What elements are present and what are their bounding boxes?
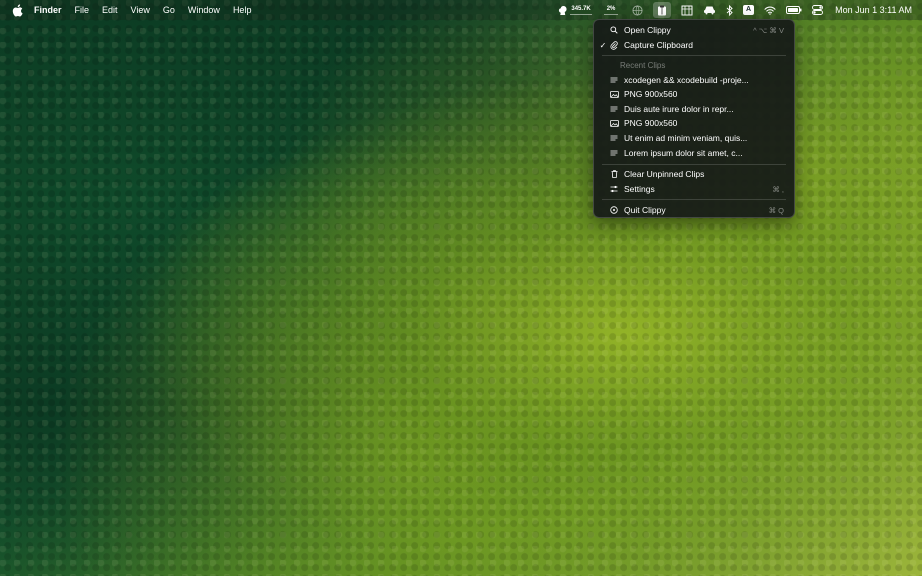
recent-clip-item[interactable]: xcodegen && xcodebuild -proje... xyxy=(598,73,790,87)
grid-app-icon[interactable] xyxy=(681,0,693,20)
desktop: Finder File Edit View Go Window Help 345… xyxy=(0,0,922,576)
recent-clip-item[interactable]: PNG 900x560 xyxy=(598,87,790,101)
menu-window[interactable]: Window xyxy=(188,5,220,15)
recent-clip-item[interactable]: Lorem ipsum dolor sit amet, c... xyxy=(598,146,790,160)
image-icon xyxy=(608,119,620,127)
car-icon[interactable] xyxy=(703,0,716,20)
text-lines-icon xyxy=(608,135,620,142)
menu-edit[interactable]: Edit xyxy=(102,5,118,15)
menu-clock[interactable]: Mon Jun 1 3:11 AM xyxy=(835,5,912,15)
input-source-icon[interactable]: A xyxy=(743,0,755,20)
menu-app-name[interactable]: Finder xyxy=(34,5,62,15)
sliders-icon xyxy=(608,185,620,193)
menu-go[interactable]: Go xyxy=(163,5,175,15)
bluetooth-icon[interactable] xyxy=(726,0,733,20)
text-lines-icon xyxy=(608,150,620,157)
menu-bar: Finder File Edit View Go Window Help 345… xyxy=(0,0,922,20)
search-icon xyxy=(608,26,620,34)
power-icon xyxy=(608,206,620,214)
text-lines-icon xyxy=(608,77,620,84)
cpu-stat-value: 2% xyxy=(606,5,616,12)
clippy-dropdown-menu: Open Clippy ^ ⌥ ⌘ V ✓ Capture Clipboard … xyxy=(593,19,795,218)
image-icon xyxy=(608,90,620,98)
capture-clipboard-item[interactable]: ✓ Capture Clipboard xyxy=(598,38,790,52)
quit-clippy-item[interactable]: Quit Clippy ⌘ Q xyxy=(598,203,790,217)
input-source-label: A xyxy=(743,5,755,15)
open-clippy-item[interactable]: Open Clippy ^ ⌥ ⌘ V xyxy=(598,23,790,37)
recent-clips-header: Recent Clips xyxy=(620,61,666,70)
text-lines-icon xyxy=(608,106,620,113)
menu-separator xyxy=(602,164,786,165)
trash-icon xyxy=(608,170,620,178)
settings-item[interactable]: Settings ⌘ , xyxy=(598,182,790,196)
quit-shortcut: ⌘ Q xyxy=(768,205,784,215)
checkmark-icon: ✓ xyxy=(599,40,607,50)
menu-separator xyxy=(602,55,786,56)
menu-file[interactable]: File xyxy=(75,5,90,15)
wifi-icon[interactable] xyxy=(764,0,776,20)
menu-view[interactable]: View xyxy=(131,5,150,15)
recent-clip-item[interactable]: PNG 900x560 xyxy=(598,116,790,130)
network-stat-value: 345.7K xyxy=(571,5,591,12)
squirrel-icon xyxy=(558,5,567,16)
cpu-stat[interactable]: 2% xyxy=(604,0,619,20)
menu-separator xyxy=(602,199,786,200)
paperclip-icon xyxy=(608,40,620,50)
network-stat[interactable]: 345.7K xyxy=(558,0,593,20)
recent-clip-item[interactable]: Duis aute irure dolor in repr... xyxy=(598,102,790,116)
open-clippy-shortcut: ^ ⌥ ⌘ V xyxy=(753,25,784,35)
recent-clip-item[interactable]: Ut enim ad minim veniam, quis... xyxy=(598,131,790,145)
apple-icon[interactable] xyxy=(12,3,24,17)
battery-icon[interactable] xyxy=(786,0,802,20)
globe-icon[interactable] xyxy=(632,0,643,20)
settings-shortcut: ⌘ , xyxy=(772,184,784,194)
clear-unpinned-item[interactable]: Clear Unpinned Clips xyxy=(598,167,790,181)
control-center-icon[interactable] xyxy=(812,0,824,20)
clipboard-status-icon[interactable] xyxy=(653,2,672,18)
menu-help[interactable]: Help xyxy=(233,5,252,15)
